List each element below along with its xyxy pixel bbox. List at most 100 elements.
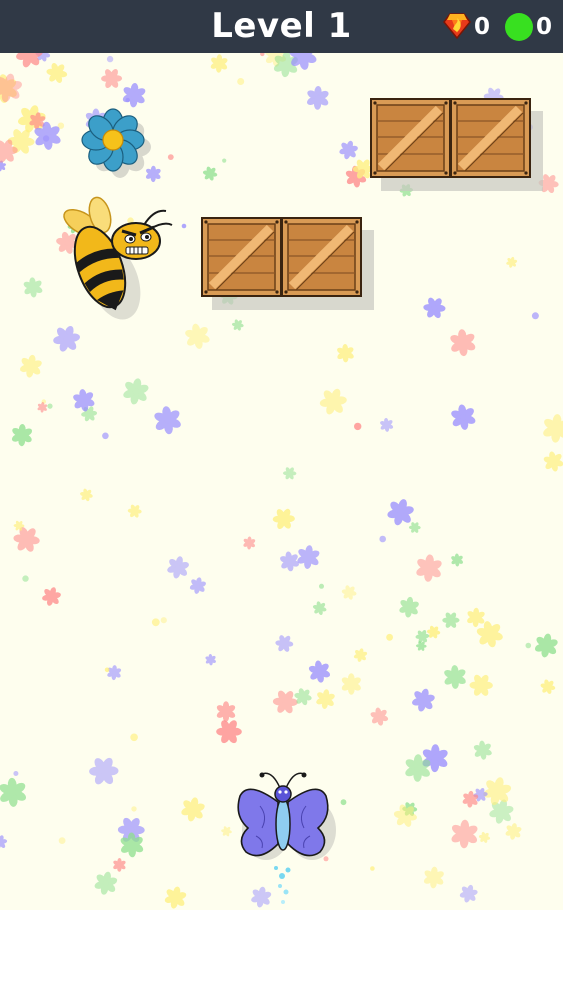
- petal-flower: [540, 679, 556, 694]
- petal-flower: [167, 556, 189, 579]
- petal-flower: [16, 53, 43, 68]
- petal-flower: [107, 665, 122, 681]
- blue-flower-pickup[interactable]: [76, 108, 158, 188]
- petal-flower: [444, 665, 466, 689]
- green-coin-icon: [505, 13, 533, 41]
- petal-flower: [459, 884, 478, 903]
- bee-enemy[interactable]: [60, 195, 180, 335]
- petal-flower: [408, 522, 421, 533]
- petal-flower: [260, 53, 265, 57]
- petal-flower: [181, 223, 187, 229]
- petal-flower: [423, 297, 446, 319]
- petal-flower: [23, 277, 43, 298]
- petal-flower: [399, 596, 419, 618]
- petal-flower: [451, 553, 464, 567]
- petal-flower: [543, 451, 563, 472]
- petal-flower: [341, 673, 361, 695]
- gem-counter: 0: [443, 12, 490, 42]
- petal-flower: [80, 488, 93, 502]
- bottom-blank-area: [0, 910, 563, 1000]
- petal-flower: [370, 707, 389, 726]
- wooden-crate-pair: [370, 98, 543, 191]
- petal-flower: [319, 583, 324, 589]
- petal-flower: [469, 674, 493, 696]
- petal-flower: [181, 797, 205, 822]
- petal-flower: [476, 621, 503, 648]
- petal-flower: [130, 733, 138, 742]
- petal-flower: [543, 414, 563, 443]
- petal-flower: [451, 819, 478, 849]
- petal-flower: [160, 617, 167, 624]
- petal-flower: [127, 504, 142, 518]
- petal-flower: [222, 158, 227, 163]
- petal-flower: [94, 871, 118, 895]
- petal-flower: [442, 612, 460, 628]
- game-playfield[interactable]: [0, 53, 563, 910]
- petal-flower: [101, 69, 123, 88]
- petal-flower: [0, 835, 8, 849]
- petal-flower: [319, 388, 347, 415]
- petal-flower: [202, 166, 218, 181]
- petal-flower: [123, 378, 149, 405]
- petal-flower: [154, 406, 181, 435]
- petal-flower: [113, 858, 126, 872]
- petal-flower: [37, 402, 48, 413]
- petal-flower: [478, 831, 491, 843]
- petal-flower: [272, 690, 298, 714]
- top-hud-bar: Level 1 0 0: [0, 0, 563, 53]
- petal-flower: [467, 607, 485, 628]
- petal-flower: [237, 78, 245, 85]
- petal-flower: [11, 424, 33, 447]
- petal-flower: [307, 86, 329, 110]
- petal-flower: [22, 575, 29, 582]
- petal-flower: [275, 635, 294, 652]
- petal-flower: [19, 354, 42, 378]
- coin-counter: 0: [505, 12, 552, 42]
- petal-flower: [120, 832, 144, 858]
- petal-flower: [353, 648, 368, 662]
- petal-flower: [412, 688, 435, 712]
- petal-flower: [189, 577, 206, 594]
- petal-flower: [106, 55, 114, 63]
- petal-flower: [340, 799, 347, 806]
- butterfly-player[interactable]: [228, 766, 338, 910]
- petal-flower: [354, 422, 362, 431]
- wooden-crate-pair: [201, 217, 374, 310]
- petal-flower: [46, 63, 68, 83]
- petal-flower: [283, 467, 297, 480]
- petal-flower: [210, 54, 228, 73]
- petal-flower: [47, 403, 53, 409]
- petal-flower: [525, 642, 532, 649]
- petal-flower: [534, 633, 558, 658]
- petal-flower: [216, 701, 236, 722]
- petal-flower: [379, 535, 386, 543]
- petal-flower: [423, 866, 444, 889]
- coin-count: 0: [536, 14, 553, 40]
- petal-flower: [280, 551, 299, 572]
- petal-flower: [58, 837, 66, 844]
- fire-gem-icon: [443, 11, 471, 44]
- petal-flower: [339, 140, 358, 160]
- petal-flower: [297, 545, 320, 569]
- petal-flower: [483, 777, 512, 806]
- petal-flower: [386, 633, 393, 641]
- petal-flower: [505, 823, 522, 840]
- petal-flower: [104, 667, 110, 673]
- petal-flower: [0, 777, 26, 807]
- petal-flower: [243, 536, 256, 550]
- petal-flower: [185, 323, 210, 349]
- petal-flower: [450, 329, 476, 357]
- petal-flower: [370, 866, 375, 871]
- petal-flower: [151, 618, 160, 627]
- petal-flower: [13, 771, 19, 776]
- petal-flower: [231, 319, 244, 331]
- petal-flower: [316, 689, 335, 709]
- petal-flower: [167, 154, 174, 160]
- petal-flower: [205, 654, 216, 666]
- petal-flower: [216, 720, 242, 744]
- petal-flower: [131, 806, 137, 812]
- petal-flower: [531, 312, 539, 320]
- petal-flower: [416, 554, 442, 582]
- petal-flower: [341, 585, 357, 600]
- gem-count: 0: [474, 14, 491, 40]
